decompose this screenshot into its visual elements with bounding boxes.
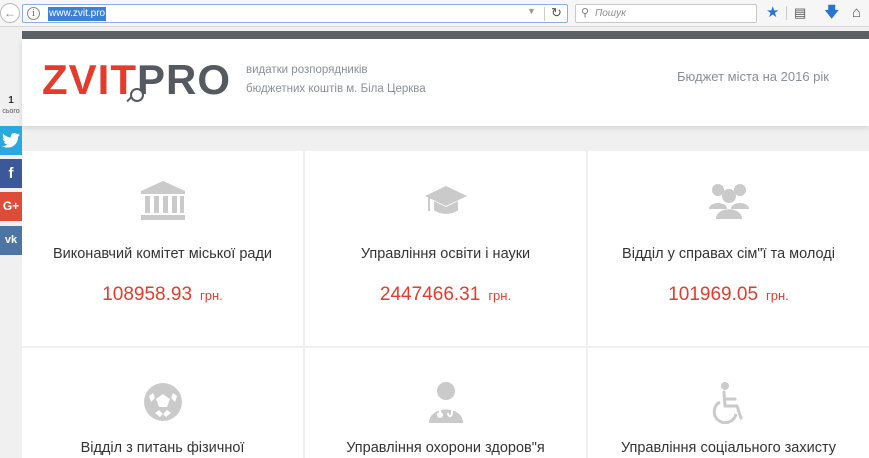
address-bar[interactable]: i www.zvit.pro ▼ ↻ <box>22 4 568 23</box>
category-title: Управління освіти і науки <box>360 246 531 262</box>
vk-icon[interactable]: vk <box>0 226 22 255</box>
search-input[interactable]: ⚲ Пошук <box>575 4 757 23</box>
category-amount: 108958.93 грн. <box>22 284 303 306</box>
top-strip <box>22 31 869 39</box>
tagline-line-2: бюджетних коштів м. Біла Церква <box>246 83 426 95</box>
tagline-line-1: видатки розпорядників <box>246 64 368 76</box>
category-card[interactable]: Управління охорони здоров"я <box>305 348 586 458</box>
wheelchair-icon <box>588 382 869 429</box>
browser-toolbar: ← i www.zvit.pro ▼ ↻ ⚲ Пошук ★ ▤ 🡇 ⌂ <box>0 0 869 27</box>
facebook-icon[interactable]: f <box>0 159 22 188</box>
amount-currency: грн. <box>766 288 789 303</box>
toolbar-divider <box>786 6 787 20</box>
budget-title: Бюджет міста на 2016 рік <box>677 69 829 84</box>
category-amount: 2447466.31 грн. <box>305 284 586 306</box>
home-icon[interactable]: ⌂ <box>852 4 861 22</box>
category-title: Виконавчий комітет міської ради <box>52 246 273 262</box>
institution-icon <box>22 181 303 226</box>
site-header: ZVITPRO видатки розпорядників бюджетних … <box>22 39 869 126</box>
amount-value: 101969.05 <box>668 284 759 305</box>
logo-zvit-text: ZVIT <box>42 56 137 103</box>
category-card[interactable]: Відділ у справах сім"ї та молоді 101969.… <box>588 151 869 346</box>
search-icon: ⚲ <box>581 7 590 19</box>
share-label: сього <box>2 108 20 115</box>
dropdown-arrow-icon[interactable]: ▼ <box>527 6 536 16</box>
info-icon[interactable]: i <box>27 7 40 20</box>
amount-currency: грн. <box>200 288 223 303</box>
twitter-icon[interactable] <box>0 126 22 155</box>
magnifier-icon <box>130 88 144 102</box>
amount-value: 108958.93 <box>102 284 193 305</box>
site-tagline: видатки розпорядників бюджетних коштів м… <box>246 61 426 99</box>
url-divider <box>544 7 545 21</box>
category-card[interactable]: Управління освіти і науки 2447466.31 грн. <box>305 151 586 346</box>
doctor-icon <box>305 381 586 428</box>
category-card[interactable]: Відділ з питань фізичної <box>22 348 303 458</box>
clipboard-icon[interactable]: ▤ <box>794 4 806 22</box>
category-title: Управління охорони здоров"я <box>346 440 545 456</box>
soccer-ball-icon <box>22 382 303 427</box>
bookmark-star-icon[interactable]: ★ <box>766 4 779 22</box>
logo-pro-text: PRO <box>137 56 232 103</box>
site-logo[interactable]: ZVITPRO <box>42 56 232 103</box>
google-plus-icon[interactable]: G+ <box>0 192 22 221</box>
amount-value: 2447466.31 <box>379 284 481 305</box>
reload-icon[interactable]: ↻ <box>551 5 562 21</box>
url-text[interactable]: www.zvit.pro <box>48 7 107 21</box>
download-icon[interactable]: 🡇 <box>824 4 839 22</box>
category-grid: Виконавчий комітет міської ради 108958.9… <box>22 151 869 458</box>
share-count: 1 <box>8 95 14 106</box>
search-placeholder: Пошук <box>595 8 626 19</box>
category-card[interactable]: Управління соціального захисту <box>588 348 869 458</box>
category-title: Відділ з питань фізичної <box>80 440 245 456</box>
graduation-cap-icon <box>305 184 586 223</box>
users-icon <box>588 181 869 226</box>
category-title: Управління соціального захисту <box>620 440 837 456</box>
back-arrow-icon[interactable]: ← <box>0 3 20 23</box>
category-title: Відділ у справах сім"ї та молоді <box>622 246 835 262</box>
category-amount: 101969.05 грн. <box>588 284 869 306</box>
category-card[interactable]: Виконавчий комітет міської ради 108958.9… <box>22 151 303 346</box>
amount-currency: грн. <box>488 288 512 303</box>
